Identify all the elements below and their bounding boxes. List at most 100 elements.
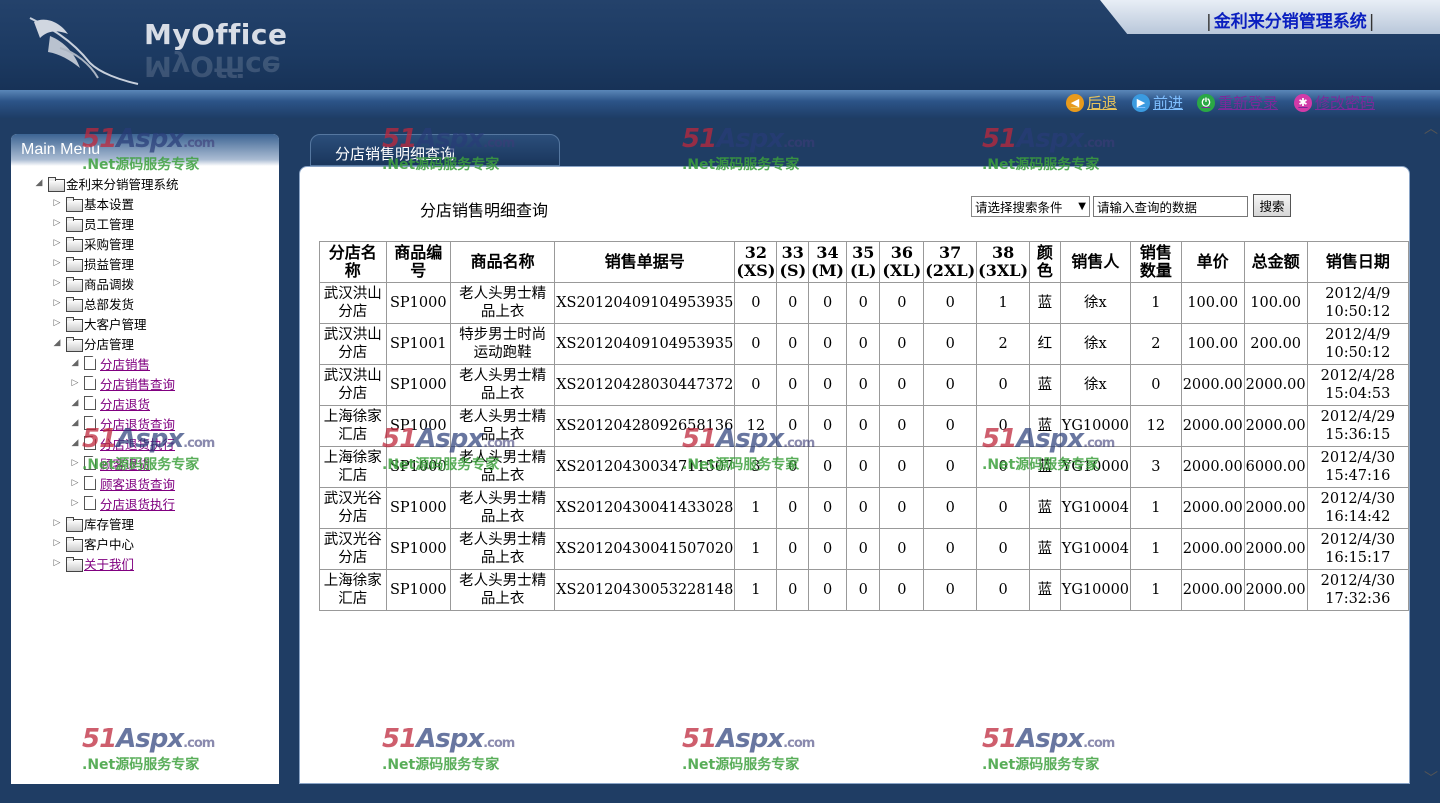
sidebar-item-customer-center[interactable]: ▷ 客户中心: [51, 534, 134, 552]
sidebar-item-label[interactable]: 关于我们: [84, 554, 134, 573]
sidebar-item-key-accounts[interactable]: ▷ 大客户管理: [51, 314, 147, 332]
collapse-arrow-icon[interactable]: ◢: [69, 418, 81, 428]
table-cell: 3: [734, 446, 778, 488]
document-icon: [84, 376, 96, 390]
sidebar-item-hq-shipping[interactable]: ▷ 总部发货: [51, 294, 134, 312]
relogin-button[interactable]: ⏻ 重新登录: [1197, 92, 1278, 113]
table-cell: SP1000: [385, 446, 451, 488]
sales-detail-table: 分店名称 商品编号 商品名称 销售单据号 32 (XS) 33 (S) 34 (…: [319, 241, 1410, 611]
table-cell: 0: [976, 446, 1031, 488]
expand-arrow-icon[interactable]: ▷: [51, 318, 63, 328]
sidebar-item-branch-returns-query[interactable]: ◢ 分店退货查询: [69, 414, 175, 432]
expand-arrow-icon[interactable]: ▷: [51, 538, 63, 548]
back-arrow-icon: ◀: [1066, 93, 1084, 112]
column-header: 颜色: [1029, 241, 1061, 283]
table-cell: 6000.00: [1243, 446, 1308, 488]
sidebar-item-branch-returns-exec[interactable]: ◢ 分店退货执行: [69, 434, 175, 452]
folder-icon: [66, 196, 83, 212]
tree-root[interactable]: ◢ 金利来分销管理系统: [33, 174, 179, 192]
table-cell: 1: [1130, 569, 1182, 611]
column-header: 32 (XS): [734, 241, 778, 283]
expand-arrow-icon[interactable]: ▷: [69, 378, 81, 388]
sidebar-item-staff[interactable]: ▷ 员工管理: [51, 214, 134, 232]
expand-arrow-icon[interactable]: ▷: [51, 198, 63, 208]
expand-arrow-icon[interactable]: ▷: [51, 518, 63, 528]
sidebar-item-transfer[interactable]: ▷ 商品调拨: [51, 274, 134, 292]
expand-arrow-icon[interactable]: ▷: [51, 218, 63, 228]
sidebar-item-label[interactable]: 分店退货查询: [100, 414, 175, 433]
collapse-arrow-icon[interactable]: ◢: [69, 358, 81, 368]
table-cell: YG10004: [1059, 487, 1132, 529]
collapse-arrow-icon[interactable]: ◢: [33, 178, 45, 188]
change-password-button[interactable]: ✱ 修改密码: [1294, 92, 1375, 113]
sidebar-item-branch-returns[interactable]: ◢ 分店退货: [69, 394, 150, 412]
relogin-icon: ⏻: [1197, 93, 1215, 112]
table-cell: 蓝: [1029, 364, 1061, 406]
table-cell: 老人头男士精品上衣: [449, 528, 556, 570]
table-cell: 100.00: [1243, 282, 1308, 324]
collapse-arrow-icon[interactable]: ◢: [69, 438, 81, 448]
sidebar-item-basic-settings[interactable]: ▷ 基本设置: [51, 194, 134, 212]
table-cell: 0: [845, 446, 881, 488]
tab-branch-sales-detail[interactable]: 分店销售明细查询: [310, 134, 560, 166]
sidebar-item-label: 客户中心: [84, 536, 135, 552]
search-button[interactable]: 搜索: [1253, 194, 1291, 217]
sidebar-item-customer-returns[interactable]: ▷ 顾客退货: [69, 454, 150, 472]
sidebar-item-label[interactable]: 分店销售: [100, 354, 150, 373]
sidebar-item-inventory[interactable]: ▷ 库存管理: [51, 514, 134, 532]
table-cell: 0: [808, 569, 847, 611]
sidebar-item-label[interactable]: 顾客退货查询: [100, 474, 175, 493]
document-icon: [84, 456, 96, 470]
sidebar-item-label[interactable]: 分店退货: [100, 394, 150, 413]
table-cell: 0: [776, 528, 810, 570]
sidebar-item-label: 员工管理: [84, 216, 135, 232]
collapse-arrow-icon[interactable]: ◢: [69, 398, 81, 408]
search-condition-select[interactable]: 请选择搜索条件 ▼: [971, 196, 1090, 217]
expand-arrow-icon[interactable]: ▷: [69, 458, 81, 468]
sidebar-item-label: 库存管理: [84, 516, 135, 532]
search-condition-value: 请选择搜索条件: [975, 200, 1063, 215]
table-cell: 0: [776, 446, 810, 488]
column-header: 销售日期: [1306, 241, 1410, 283]
table-cell: 2012/4/28 15:04:53: [1306, 364, 1410, 406]
expand-arrow-icon[interactable]: ▷: [51, 258, 63, 268]
table-cell: 0: [976, 405, 1031, 447]
table-cell: 0: [845, 569, 881, 611]
sidebar-item-label[interactable]: 分店退货执行: [100, 434, 175, 453]
search-input[interactable]: [1093, 196, 1248, 217]
table-header-row: 分店名称 商品编号 商品名称 销售单据号 32 (XS) 33 (S) 34 (…: [319, 241, 1410, 283]
table-cell: 0: [923, 446, 978, 488]
sidebar-item-branch-sales[interactable]: ◢ 分店销售: [69, 354, 150, 372]
sidebar-item-branch-sales-query[interactable]: ▷ 分店销售查询: [69, 374, 175, 392]
sidebar-item-branch-mgmt[interactable]: ◢ 分店管理: [51, 334, 134, 352]
sidebar-item-about[interactable]: ▷ 关于我们: [51, 554, 134, 572]
folder-icon: [66, 556, 83, 572]
forward-button[interactable]: ▶ 前进: [1132, 92, 1183, 113]
scroll-down-icon[interactable]: ﹀: [1424, 768, 1438, 788]
expand-arrow-icon[interactable]: ▷: [51, 278, 63, 288]
table-cell: 0: [808, 487, 847, 529]
expand-arrow-icon[interactable]: ▷: [69, 498, 81, 508]
sidebar-item-label: 分店管理: [84, 336, 135, 352]
table-cell: 老人头男士精品上衣: [449, 569, 556, 611]
table-cell: SP1000: [385, 364, 451, 406]
table-cell: 0: [808, 323, 847, 365]
expand-arrow-icon[interactable]: ▷: [51, 238, 63, 248]
sidebar-item-customer-returns-query[interactable]: ▷ 顾客退货查询: [69, 474, 175, 492]
sidebar-item-label[interactable]: 分店销售查询: [100, 374, 175, 393]
expand-arrow-icon[interactable]: ▷: [69, 478, 81, 488]
sidebar-item-purchase[interactable]: ▷ 采购管理: [51, 234, 134, 252]
sidebar-item-profit-loss[interactable]: ▷ 损益管理: [51, 254, 134, 272]
sidebar-item-label[interactable]: 顾客退货: [100, 454, 150, 473]
scroll-up-icon[interactable]: ︿: [1424, 118, 1438, 138]
table-cell: 1: [976, 282, 1031, 324]
table-cell: 0: [734, 364, 778, 406]
back-button[interactable]: ◀ 后退: [1066, 92, 1117, 113]
expand-arrow-icon[interactable]: ▷: [51, 558, 63, 568]
sidebar-item-branch-returns-exec-2[interactable]: ▷ 分店退货执行: [69, 494, 175, 512]
folder-icon: [66, 256, 83, 272]
sidebar-item-label[interactable]: 分店退货执行: [100, 494, 175, 513]
expand-arrow-icon[interactable]: ▷: [51, 298, 63, 308]
collapse-arrow-icon[interactable]: ◢: [51, 338, 63, 348]
table-cell: 老人头男士精品上衣: [449, 487, 556, 529]
